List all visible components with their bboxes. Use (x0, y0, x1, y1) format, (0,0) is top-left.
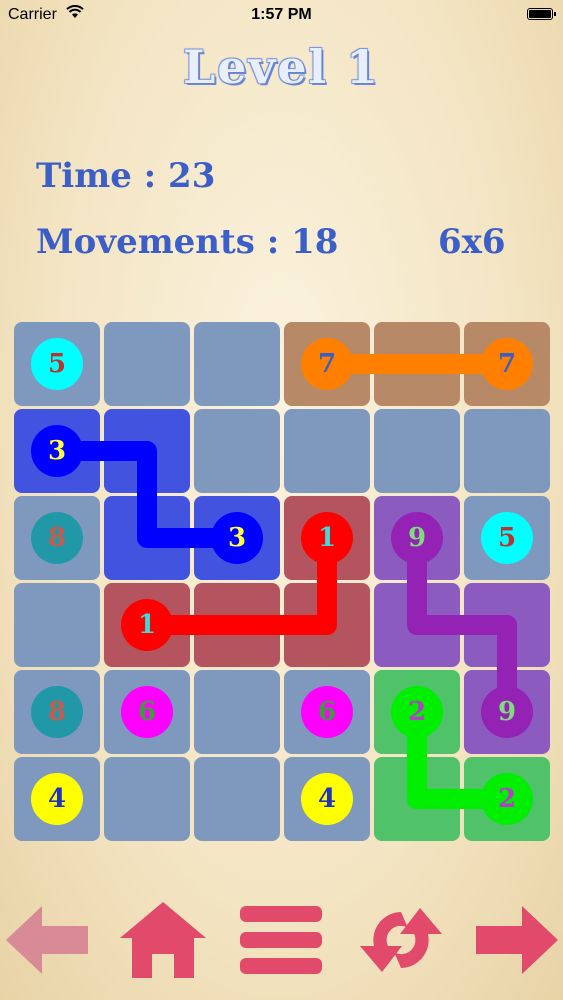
number-dot[interactable]: 8 (31, 686, 83, 738)
number-dot[interactable]: 7 (481, 338, 533, 390)
home-button[interactable] (118, 900, 208, 980)
next-arrow-icon (476, 906, 558, 974)
number-dot[interactable]: 6 (121, 686, 173, 738)
number-dot[interactable]: 5 (481, 512, 533, 564)
number-dot[interactable]: 7 (301, 338, 353, 390)
number-dot[interactable]: 3 (211, 512, 263, 564)
number-dot[interactable]: 1 (121, 599, 173, 651)
number-dot[interactable]: 4 (31, 773, 83, 825)
menu-button[interactable] (236, 900, 326, 980)
connection-path (47, 441, 247, 548)
number-dot[interactable]: 2 (481, 773, 533, 825)
number-dot[interactable]: 6 (301, 686, 353, 738)
back-button[interactable] (2, 900, 92, 980)
game-board[interactable]: 577383195186629442 (0, 0, 563, 1000)
number-dot[interactable]: 1 (301, 512, 353, 564)
menu-icon (240, 906, 322, 974)
next-button[interactable] (472, 900, 562, 980)
home-icon (120, 902, 206, 978)
path-layer (47, 354, 517, 809)
number-dot[interactable]: 9 (481, 686, 533, 738)
number-dot[interactable]: 4 (301, 773, 353, 825)
number-dot[interactable]: 2 (391, 686, 443, 738)
number-dot[interactable]: 8 (31, 512, 83, 564)
number-dot[interactable]: 3 (31, 425, 83, 477)
connection-path (407, 528, 517, 722)
number-dot[interactable]: 5 (31, 338, 83, 390)
restart-button[interactable] (356, 900, 446, 980)
restart-icon (360, 908, 442, 972)
back-arrow-icon (6, 906, 88, 974)
number-dot[interactable]: 9 (391, 512, 443, 564)
